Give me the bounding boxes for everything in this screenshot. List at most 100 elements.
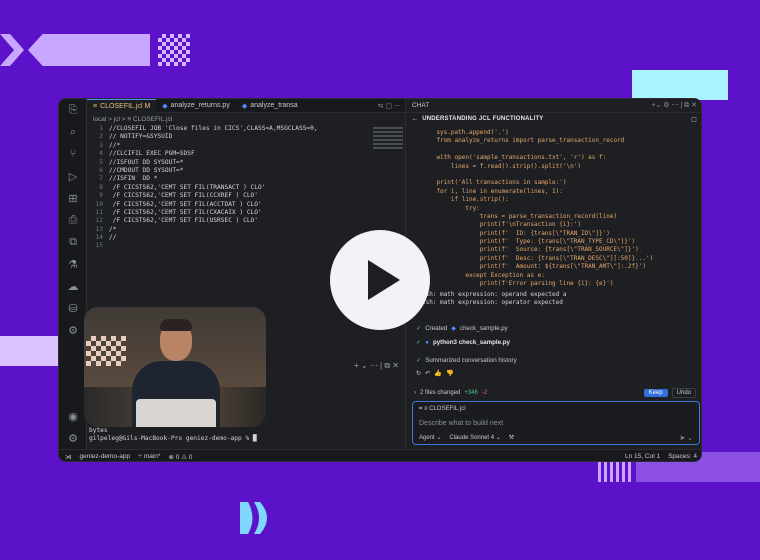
testing-icon[interactable]: ⚗ (59, 253, 87, 275)
remote-indicator-icon[interactable]: ⋊ (65, 453, 72, 461)
run-debug-icon[interactable]: ▷ (59, 165, 87, 187)
chat-code-line: from analyze_returns import parse_transa… (422, 137, 625, 145)
back-arrow-icon[interactable]: ← (412, 116, 418, 122)
chat-error-output: zsh: math expression: operand expected a… (422, 291, 567, 307)
model-selector[interactable]: Claude Sonnet 4 ⌄ (449, 434, 500, 441)
mode-selector[interactable]: Agent ⌄ (419, 434, 441, 441)
database-icon[interactable]: ⛁ (59, 297, 87, 319)
chat-code-line: print(f'\nTransaction {i}:') (422, 221, 581, 229)
thumbs-up-icon[interactable]: 👍 (434, 369, 442, 377)
code-line[interactable]: 9 /F CICSTS62,'CEMT SET FIL(CCXREF ) CLO… (87, 192, 371, 200)
extensions-icon[interactable]: ⊞ (59, 187, 87, 209)
code-line[interactable]: 5 //ISFOUT DD SYSOUT=* (87, 159, 371, 167)
chat-code-line: trans = parse_transaction_record(line) (422, 212, 618, 220)
terminal-actions[interactable]: + ⌄ ⋯ | ⧉ ✕ (255, 361, 405, 373)
code-line[interactable]: 13 /* (87, 226, 371, 234)
keep-button[interactable]: Keep (643, 389, 668, 397)
chat-panel: CHAT +⌄ ⚙ ⋯ | ⧉ ✕ ← UNDERSTANDING JCL FU… (405, 99, 701, 449)
code-line[interactable]: 1 //CLOSEFIL JOB 'Close files in CICS',CL… (87, 125, 371, 133)
chevron-right-icon: › (414, 390, 416, 396)
play-icon (368, 260, 400, 300)
status-branch[interactable]: ⑂ main* (138, 453, 160, 460)
chat-toolbar[interactable]: +⌄ ⚙ ⋯ | ⧉ ✕ (651, 101, 697, 110)
tab-analyze-transactions[interactable]: ◆ analyze_transa (236, 99, 304, 113)
chat-header: CHAT +⌄ ⚙ ⋯ | ⧉ ✕ (406, 99, 701, 113)
play-button[interactable] (330, 230, 430, 330)
retry-icon[interactable]: ↻ (416, 370, 421, 377)
line-number: 4 (99, 150, 103, 158)
code-line[interactable]: 3 //* (87, 142, 371, 150)
status-spaces[interactable]: Spaces: 4 (668, 453, 697, 460)
account-icon[interactable]: ◉ (59, 405, 87, 427)
code-line[interactable]: 8 /F CICSTS62,'CEMT SET FIL(TRANSACT ) C… (87, 184, 371, 192)
line-number: 1 (99, 125, 103, 132)
chat-code-line: lines = f.read().strip().split('\n') (422, 162, 581, 170)
source-control-icon[interactable]: ⑂ (59, 143, 87, 165)
docker-icon[interactable]: ⧉ (59, 231, 87, 253)
code-line[interactable]: 7 //ISFIN DD * (87, 175, 371, 183)
code-line[interactable]: 2 // NOTIFY=&SYSUID (87, 133, 371, 141)
send-icon[interactable]: ➤ ⌄ (679, 434, 693, 442)
activity-bar: ⎘ ⌕ ⑂ ▷ ⊞ ⎙ ⧉ ⚗ ☁ ⛁ ⚙ ◉ ⚙ (59, 99, 87, 449)
code-line[interactable]: 10 /F CICSTS62,'CEMT SET FIL(ACCTDAT ) C… (87, 201, 371, 209)
line-number: 8 (99, 183, 103, 191)
tools-icon[interactable]: ⚒ (509, 434, 514, 441)
line-text: /* (109, 225, 117, 233)
code-line[interactable]: 11 /F CICSTS62,'CEMT SET FIL(CXACAIX ) C… (87, 209, 371, 217)
line-text: // NOTIFY=&SYSUID (109, 133, 173, 141)
chat-code-line: print(f'Error parsing line {i}: {e}') (422, 280, 614, 288)
line-number: 7 (99, 175, 103, 183)
files-changed-bar[interactable]: › 2 files changed +346 -2 Keep Undo (406, 387, 701, 399)
code-line[interactable]: 6 //CMDOUT DD SYSOUT=* (87, 167, 371, 175)
chat-code-line: for i, line in enumerate(lines, 1): (422, 187, 563, 195)
decorative-arrow-shape (28, 34, 150, 66)
check-icon: ✓ (416, 357, 422, 364)
line-text: /F CICSTS62,'CEMT SET FIL(CXACAIX ) CLO' (109, 208, 262, 216)
manage-icon[interactable]: ⚙ (59, 427, 87, 449)
tab-closefil[interactable]: ≡ CLOSEFIL.jcl M (87, 99, 157, 113)
chat-input[interactable]: ⌗ ≡ CLOSEFIL.jcl Describe what to build … (412, 401, 700, 445)
breadcrumb[interactable]: local > jcl > ≡ CLOSEFIL.jcl (87, 113, 405, 125)
status-position[interactable]: Ln 15, Col 1 (625, 453, 660, 460)
explorer-icon[interactable]: ⎘ (59, 99, 87, 121)
code-line[interactable]: 15 (87, 242, 371, 250)
line-number: 6 (99, 166, 103, 174)
brand-logo-icon (240, 502, 267, 534)
status-problems[interactable]: ⊗ 0 ⚠ 0 (168, 453, 192, 461)
attach-icon[interactable]: ⌗ (419, 406, 422, 412)
editor-actions[interactable]: ⇆ ▢ ⋯ (378, 102, 405, 110)
undo-button[interactable]: Undo (671, 388, 696, 398)
line-text: /F CICSTS62,'CEMT SET FIL(USRSEC ) CLO' (109, 217, 259, 225)
code-line[interactable]: 12 /F CICSTS62,'CEMT SET FIL(USRSEC ) CL… (87, 217, 371, 225)
undo-icon[interactable]: ↶ (425, 370, 430, 377)
chat-input-placeholder[interactable]: Describe what to build next (419, 420, 503, 427)
decorative-cyan-block (632, 70, 728, 100)
cloud-icon[interactable]: ☁ (59, 275, 87, 297)
file-icon: ≡ (93, 102, 98, 110)
line-number: 3 (99, 141, 103, 149)
panel-layout-icon[interactable]: ▢ (691, 116, 697, 123)
line-number: 12 (95, 217, 103, 225)
tab-analyze-returns[interactable]: ◆ analyze_returns.py (156, 99, 236, 113)
run-command-row[interactable]: ✓ ● python3 check_sample.py (416, 339, 510, 346)
chat-code-line: print(f' Type: {trans[\"TRAN_TYPE_CD\"]}… (422, 238, 636, 246)
minimap[interactable] (371, 125, 405, 185)
code-line[interactable]: 4 //CLCIFIL EXEC PGM=SDSF (87, 150, 371, 158)
search-icon[interactable]: ⌕ (59, 121, 87, 143)
status-project[interactable]: geniez-demo-app (80, 453, 131, 460)
line-text: //CLOSEFIL JOB 'Close files in CICS',CLA… (109, 125, 318, 132)
thumbs-down-icon[interactable]: 👎 (446, 369, 454, 377)
decorative-checker-pattern (86, 336, 126, 366)
remote-icon[interactable]: ⎙ (59, 209, 87, 231)
check-icon: ✓ (416, 325, 422, 332)
laptop-icon (136, 399, 216, 427)
attached-file-chip[interactable]: ⌗ ≡ CLOSEFIL.jcl (419, 406, 466, 413)
settings-sync-icon[interactable]: ⚙ (59, 319, 87, 341)
python-icon: ◆ (162, 102, 168, 110)
code-editor[interactable]: 1 //CLOSEFIL JOB 'Close files in CICS',CL… (87, 125, 371, 255)
created-file-row[interactable]: ✓ Created ◆ check_sample.py (416, 325, 508, 332)
code-line[interactable]: 14 // (87, 234, 371, 242)
check-icon: ✓ (416, 339, 422, 346)
feedback-actions[interactable]: ↻ ↶ 👍 👎 (416, 369, 454, 378)
chat-code-line: if line.strip(): (422, 196, 509, 204)
